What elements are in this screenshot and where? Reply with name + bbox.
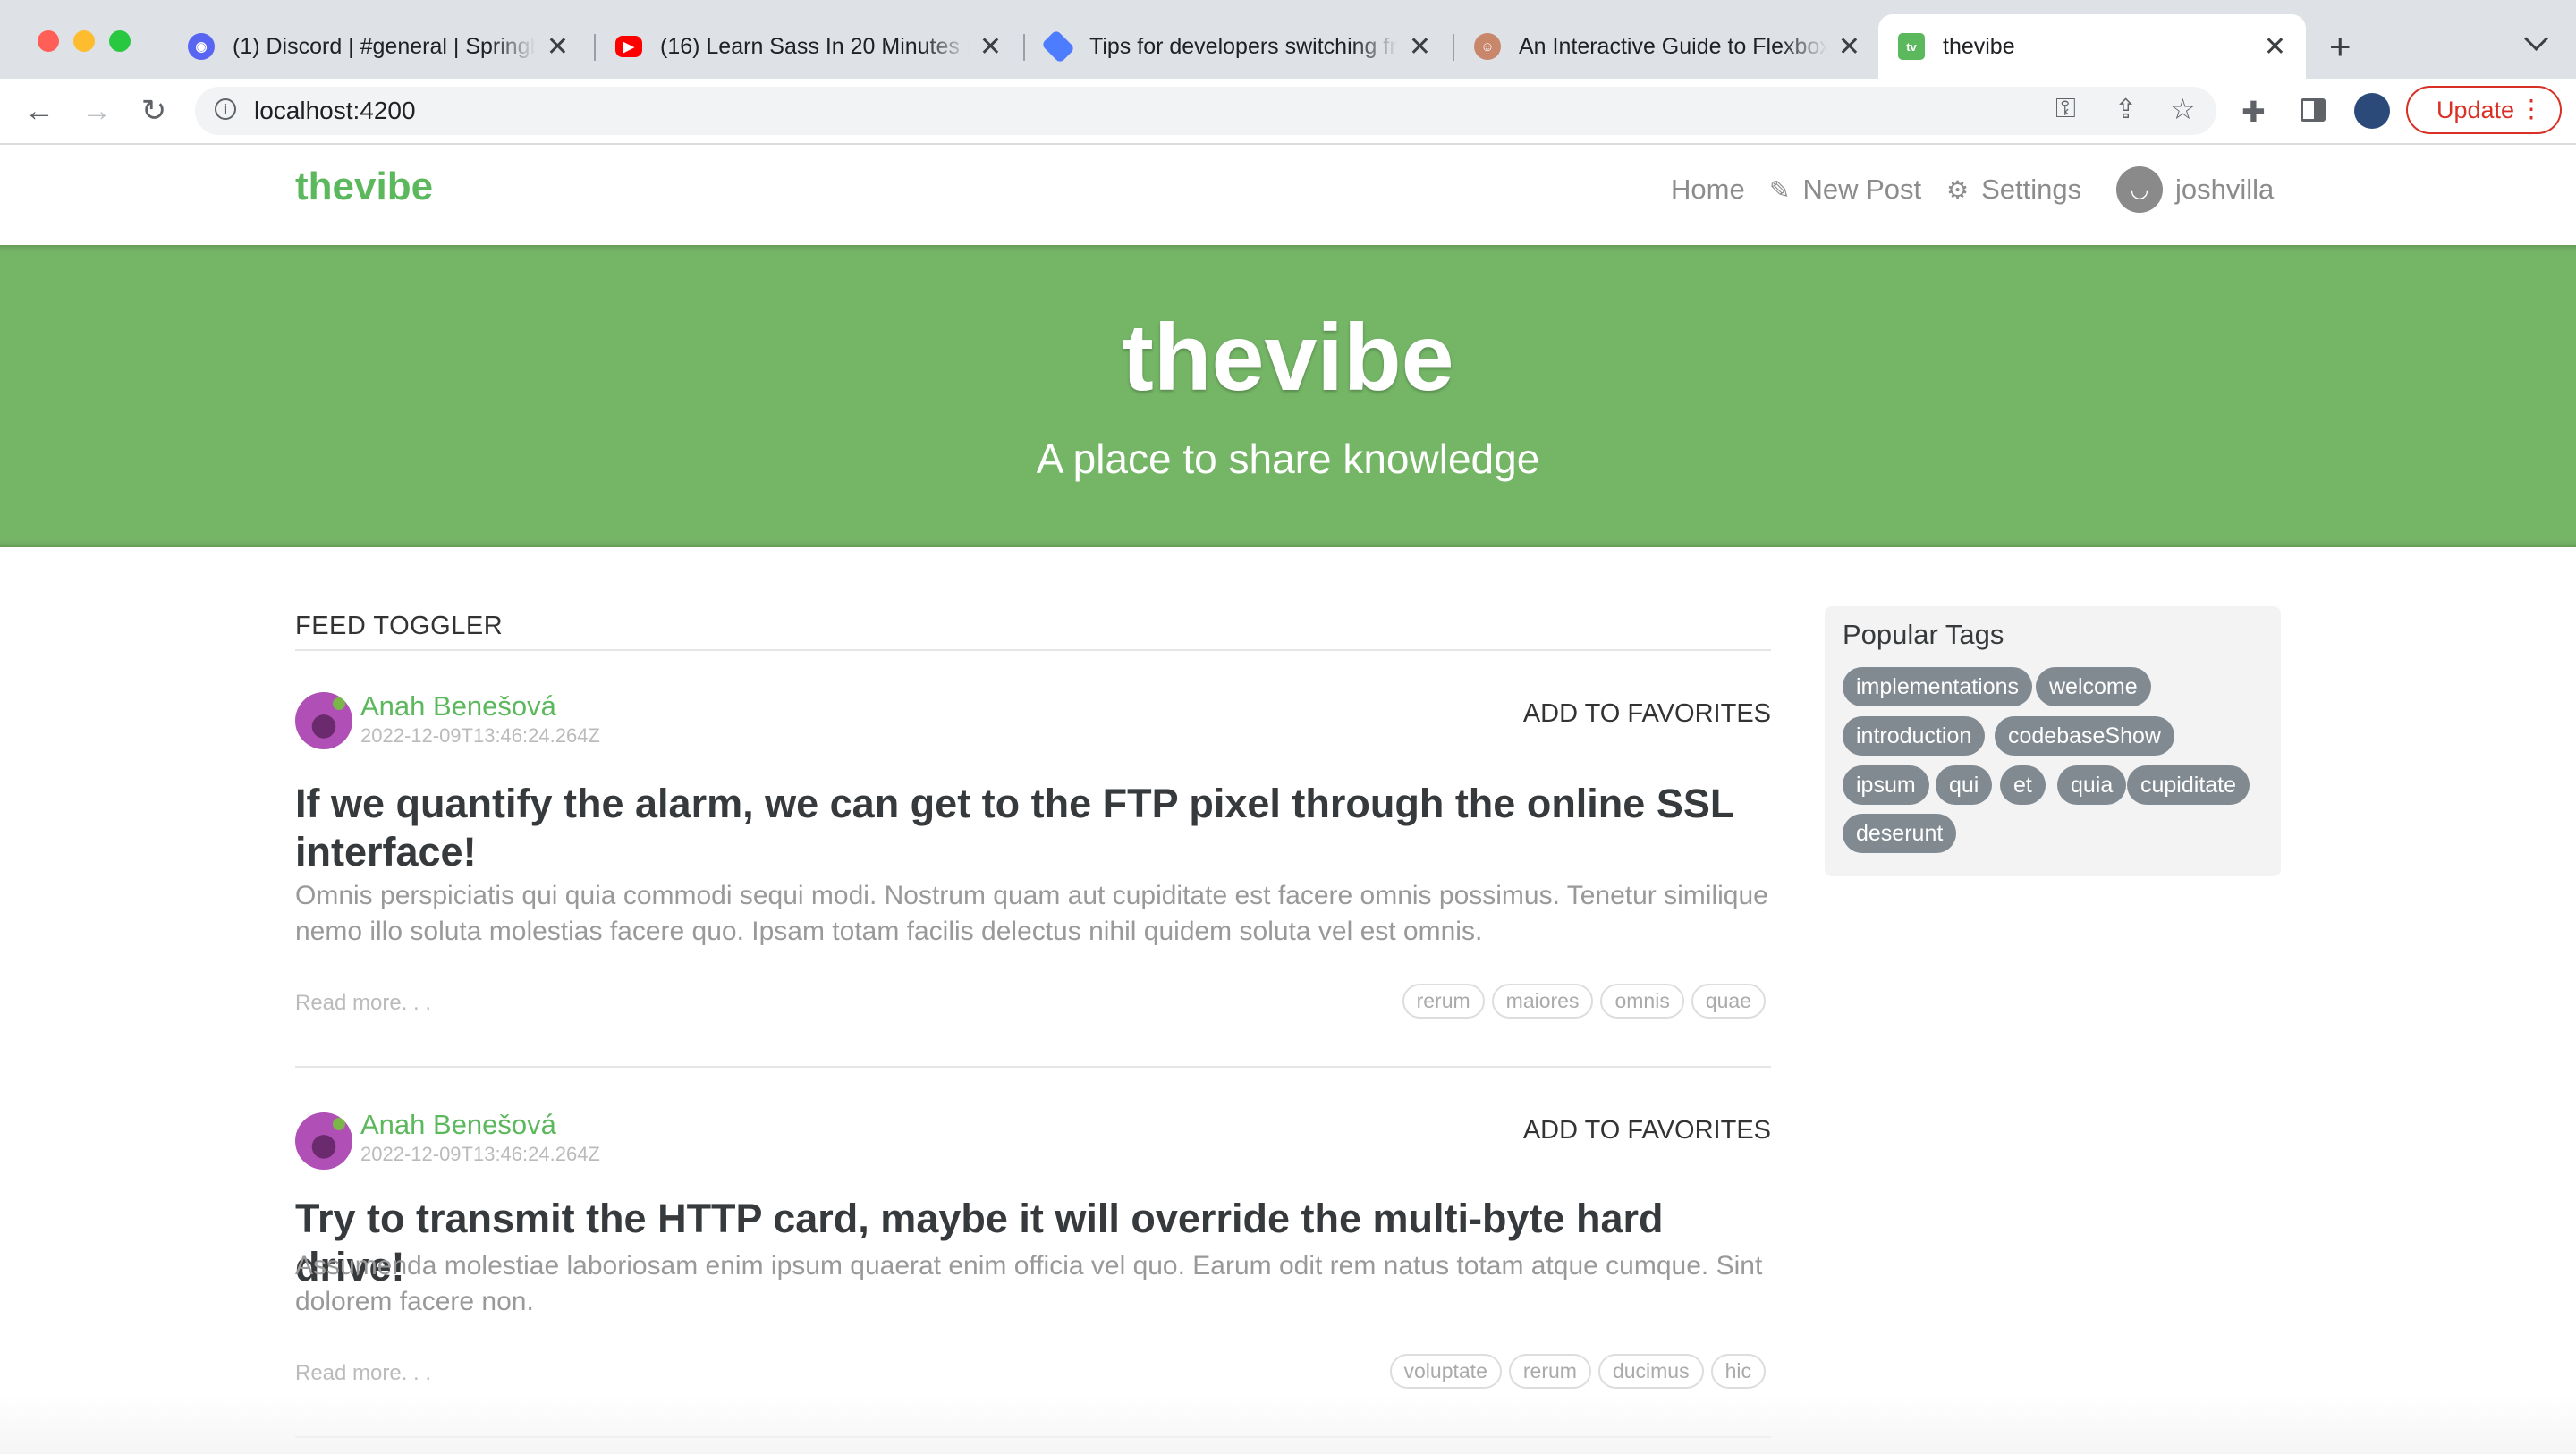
popular-tag[interactable]: et — [2000, 765, 2046, 805]
update-button[interactable]: Update ⋮ — [2406, 86, 2562, 134]
article-tag[interactable]: ducimus — [1597, 1354, 1704, 1389]
read-more-link[interactable]: Read more. . . — [295, 1361, 431, 1386]
nav-new-post-link[interactable]: ✎ New Post — [1769, 173, 1921, 206]
diamond-icon — [1040, 29, 1076, 64]
popular-tag[interactable]: implementations — [1843, 667, 2033, 706]
window-bottom-shadow — [0, 1395, 2576, 1454]
article-tag[interactable]: maiores — [1491, 984, 1594, 1019]
author-avatar[interactable] — [295, 692, 352, 749]
popular-tags-sidebar: Popular Tags implementations welcome int… — [1825, 606, 2281, 876]
more-menu-icon[interactable]: ⋮ — [2519, 96, 2544, 123]
add-to-favorites-button[interactable]: ADD TO FAVORITES — [1523, 1116, 1771, 1145]
youtube-icon: ▶ — [615, 36, 642, 57]
maximize-window-button[interactable] — [109, 30, 131, 52]
close-window-button[interactable] — [38, 30, 59, 52]
author-name[interactable]: Anah Benešová — [360, 1109, 556, 1141]
banner-subtitle: A place to share knowledge — [1036, 435, 1540, 482]
article-tag-list: rerum maiores omnis quae — [1402, 984, 1766, 1019]
read-more-link[interactable]: Read more. . . — [295, 991, 431, 1016]
tv-icon: tv — [1898, 33, 1925, 60]
avatar-icon: ☺ — [1474, 33, 1501, 60]
article-date: 2022-12-09T13:46:24.264Z — [360, 724, 600, 747]
article-title[interactable]: If we quantify the alarm, we can get to … — [295, 780, 1771, 876]
browser-tab-tips[interactable]: Tips for developers switching from ✕ — [1025, 14, 1451, 79]
close-tab-icon[interactable]: ✕ — [1409, 31, 1431, 63]
close-tab-icon[interactable]: ✕ — [547, 31, 569, 63]
article-tag[interactable]: rerum — [1508, 1354, 1591, 1389]
popular-tag[interactable]: quia — [2057, 765, 2127, 805]
extensions-puzzle-icon[interactable]: ✚ — [2241, 95, 2266, 129]
edit-icon: ✎ — [1769, 175, 1791, 204]
article-tag[interactable]: voluptate — [1389, 1354, 1502, 1389]
browser-tab-strip: ◉ (1) Discord | #general | Springboard ✕… — [0, 0, 2576, 79]
article-date: 2022-12-09T13:46:24.264Z — [360, 1143, 600, 1165]
discord-icon: ◉ — [188, 33, 215, 60]
side-panel-icon[interactable] — [2301, 98, 2326, 122]
close-tab-icon[interactable]: ✕ — [2264, 31, 2286, 63]
nav-profile-link[interactable]: ◡ joshvilla — [2116, 166, 2274, 213]
browser-tab-flexbox[interactable]: ☺ An Interactive Guide to Flexbox ✕ — [1454, 14, 1880, 79]
article-preview: Anah Benešová 2022-12-09T13:46:24.264Z A… — [295, 653, 1771, 1068]
popular-tag[interactable]: ipsum — [1843, 765, 1929, 805]
profile-avatar[interactable] — [2354, 93, 2390, 129]
bookmark-star-icon[interactable]: ☆ — [2170, 92, 2196, 126]
browser-tab-youtube[interactable]: ▶ (16) Learn Sass In 20 Minutes | Sass ✕ — [596, 14, 1021, 79]
address-bar[interactable]: i localhost:4200 ⚿ ⇪ ☆ — [195, 87, 2216, 135]
tab-search-chevron-icon[interactable] — [2524, 27, 2548, 51]
article-tag[interactable]: quae — [1690, 984, 1766, 1019]
new-tab-icon[interactable]: + — [2329, 25, 2351, 68]
add-to-favorites-button[interactable]: ADD TO FAVORITES — [1523, 699, 1771, 729]
site-info-icon[interactable]: i — [215, 98, 236, 120]
sidebar-title: Popular Tags — [1843, 619, 2004, 650]
banner-title: thevibe — [1122, 305, 1454, 410]
author-avatar[interactable] — [295, 1112, 352, 1170]
popular-tag[interactable]: deserunt — [1843, 814, 1957, 853]
popular-tag[interactable]: codebaseShow — [1995, 716, 2174, 756]
hero-banner: thevibe A place to share knowledge — [0, 245, 2576, 547]
article-tag[interactable]: omnis — [1600, 984, 1684, 1019]
article-description[interactable]: Omnis perspiciatis qui quia commodi sequ… — [295, 878, 1771, 950]
popular-tag[interactable]: qui — [1936, 765, 1993, 805]
popular-tag[interactable]: cupiditate — [2127, 765, 2250, 805]
share-icon[interactable]: ⇪ — [2114, 94, 2137, 125]
app-navbar: thevibe Home ✎ New Post ⚙ Settings ◡ jos… — [0, 145, 2576, 245]
browser-toolbar: ← → ↻ i localhost:4200 ⚿ ⇪ ☆ ✚ Update ⋮ — [0, 79, 2576, 145]
nav-home-link[interactable]: Home — [1671, 173, 1745, 206]
forward-arrow-icon[interactable]: → — [77, 91, 116, 131]
user-avatar: ◡ — [2116, 166, 2163, 213]
nav-settings-link[interactable]: ⚙ Settings — [1946, 173, 2081, 206]
minimize-window-button[interactable] — [73, 30, 95, 52]
key-icon[interactable]: ⚿ — [2055, 94, 2076, 124]
close-tab-icon[interactable]: ✕ — [1838, 31, 1860, 63]
browser-tab-discord[interactable]: ◉ (1) Discord | #general | Springboard ✕ — [168, 14, 589, 79]
gear-icon: ⚙ — [1946, 175, 1970, 204]
browser-tab-thevibe[interactable]: tv thevibe ✕ — [1878, 14, 2306, 79]
author-name[interactable]: Anah Benešová — [360, 690, 556, 723]
popular-tag[interactable]: introduction — [1843, 716, 1986, 756]
article-description[interactable]: Assumenda molestiae laboriosam enim ipsu… — [295, 1248, 1771, 1320]
article-tag[interactable]: rerum — [1402, 984, 1485, 1019]
address-text[interactable]: localhost:4200 — [254, 97, 416, 125]
close-tab-icon[interactable]: ✕ — [979, 31, 1002, 63]
reload-icon[interactable]: ↻ — [134, 91, 174, 131]
feed-toggle[interactable]: FEED TOGGLER — [295, 604, 1771, 651]
popular-tag[interactable]: welcome — [2036, 667, 2151, 706]
back-arrow-icon[interactable]: ← — [20, 91, 59, 131]
article-preview: Anah Benešová 2022-12-09T13:46:24.264Z A… — [295, 1066, 1771, 1438]
article-tag-list: voluptate rerum ducimus hic — [1389, 1354, 1766, 1389]
brand-logo[interactable]: thevibe — [295, 165, 433, 209]
article-tag[interactable]: hic — [1710, 1354, 1766, 1389]
